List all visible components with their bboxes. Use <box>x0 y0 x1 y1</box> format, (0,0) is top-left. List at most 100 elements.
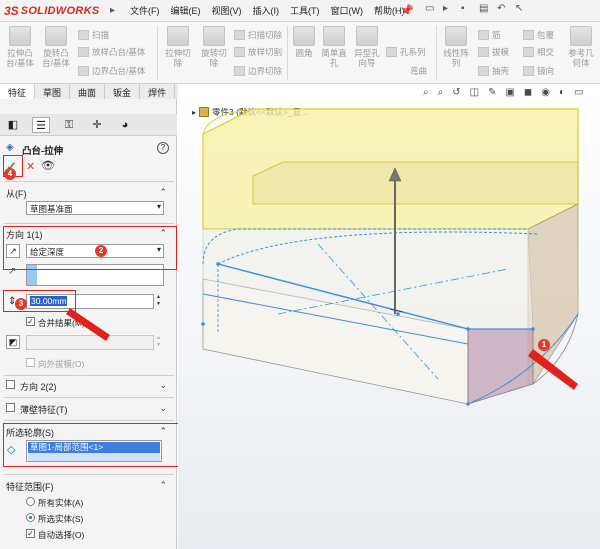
extrude-preview-inner <box>252 161 579 205</box>
shell-icon <box>478 66 489 76</box>
revolve-cut-button[interactable]: 旋转切除 <box>197 26 231 68</box>
configuration-manager-icon[interactable]: ⚿ <box>60 117 78 133</box>
annotation-box-depth <box>3 290 76 312</box>
expand-chevron-icon: ⌄ <box>159 403 167 413</box>
depth-stepper[interactable]: ▲ ▼ <box>155 294 162 309</box>
loft-icon <box>78 47 89 57</box>
pin-icon[interactable]: 📌 <box>400 4 414 17</box>
boundary-cut-button[interactable]: 边界切除 <box>234 65 282 77</box>
property-manager-icon[interactable]: ☰ <box>32 117 50 133</box>
auto-select-checkbox[interactable]: ✓ <box>26 529 35 538</box>
feature-scope-section-header[interactable]: 特征范围(F) ⌃ <box>0 480 177 492</box>
boss-extrude-icon: ◈ <box>6 142 14 153</box>
merge-result-checkbox[interactable]: ✓ <box>26 317 35 326</box>
hole-wizard-button[interactable]: 异型孔 向导 <box>351 26 383 68</box>
save-icon[interactable]: ▪ <box>461 3 473 17</box>
rib-icon <box>478 30 489 40</box>
sweep-icon <box>78 30 89 40</box>
boundary-boss-button[interactable]: 边界凸台/基体 <box>78 65 145 77</box>
draft-outward-checkbox[interactable] <box>26 358 35 367</box>
dimxpert-icon[interactable]: ✛ <box>88 117 106 133</box>
direction2-checkbox[interactable] <box>6 380 15 389</box>
sketch-point <box>201 322 205 326</box>
fillet-button[interactable]: 圆角 <box>291 26 317 58</box>
display-manager-icon[interactable]: ◕ <box>116 117 134 133</box>
draft-toggle-icon[interactable]: ◩ <box>6 335 20 349</box>
collapse-chevron-icon: ⌃ <box>159 480 167 490</box>
wrap-icon <box>523 30 534 40</box>
expand-menu-icon[interactable]: ▸ <box>110 5 115 16</box>
mirror-button[interactable]: 镜向 <box>523 65 554 77</box>
thin-feature-section-header[interactable]: 薄壁特征(T) ⌄ <box>0 403 177 415</box>
reference-geometry-icon <box>570 26 592 46</box>
draft-angle-field[interactable] <box>26 335 154 350</box>
sketch-point <box>531 327 535 331</box>
loft-boss-button[interactable]: 放样凸台/基体 <box>78 46 145 58</box>
extrude-cut-button[interactable]: 拉伸切除 <box>161 26 195 68</box>
feature-manager-icon[interactable]: ◧ <box>4 117 22 133</box>
sweep-cut-icon <box>234 30 245 40</box>
open-icon[interactable]: ▸ <box>443 3 455 17</box>
annotation-badge-1: 1 <box>538 339 550 351</box>
thin-feature-checkbox[interactable] <box>6 403 15 412</box>
print-icon[interactable]: ▤ <box>479 3 491 17</box>
sketch-point <box>396 312 400 316</box>
feature-title: 凸台-拉伸 <box>22 146 64 157</box>
chevron-down-icon: ▾ <box>156 202 161 211</box>
solidworks-logo[interactable]: 3S SOLIDWORKS <box>4 3 99 19</box>
loft-cut-button[interactable]: 放样切割 <box>234 46 282 58</box>
boundary-icon <box>78 66 89 76</box>
linear-pattern-button[interactable]: 线性阵列 <box>440 26 472 68</box>
sketch-point <box>466 402 470 406</box>
quick-access-toolbar: ▭ ▸ ▪ ▤ ↶ ↖ <box>425 3 527 17</box>
new-document-icon[interactable]: ▭ <box>425 3 437 17</box>
feature-title-row: ◈ 凸台-拉伸 ? <box>0 142 177 157</box>
graphics-viewport[interactable]: ⌕ ⌕ ↺ ◫ ✎ ▣ ◼ ◉ ◐ ▭ ▸ 零件3 (默认<<默认>_显... <box>178 84 600 549</box>
from-select[interactable]: 草图基准面 ▾ <box>26 201 164 215</box>
menu-edit[interactable]: 编辑(E) <box>171 4 201 17</box>
draft-stepper[interactable]: ▲ ▼ <box>155 335 162 350</box>
hole-wizard-icon <box>356 26 378 46</box>
hole-series-icon <box>386 47 397 57</box>
draft-button[interactable]: 拔模 <box>478 46 509 58</box>
flex-button[interactable]: 弯曲 <box>410 65 427 77</box>
revolve-cut-icon <box>203 26 225 46</box>
preview-eye-icon[interactable]: 👁 <box>41 159 55 172</box>
revolve-boss-button[interactable]: 旋转凸 台/基体 <box>39 26 73 68</box>
cancel-icon[interactable]: ✕ <box>26 160 35 173</box>
annotation-box-contours <box>3 423 184 467</box>
menu-file[interactable]: 文件(F) <box>130 4 160 17</box>
undo-icon[interactable]: ↶ <box>497 3 509 17</box>
wrap-button[interactable]: 包覆 <box>523 29 554 41</box>
shell-button[interactable]: 抽壳 <box>478 65 509 77</box>
tab-sheet-metal[interactable]: 钣金 <box>105 84 141 99</box>
rib-button[interactable]: 筋 <box>478 29 501 41</box>
all-bodies-radio[interactable] <box>26 497 35 506</box>
tab-weldments[interactable]: 焊件 <box>140 84 176 99</box>
help-icon[interactable]: ? <box>157 142 169 154</box>
sweep-cut-button[interactable]: 扫描切除 <box>234 29 282 41</box>
expand-chevron-icon: ⌄ <box>159 380 167 390</box>
intersect-button[interactable]: 相交 <box>523 46 554 58</box>
hole-series-button[interactable]: 孔系列 <box>386 46 426 58</box>
fillet-icon <box>293 26 315 46</box>
simple-hole-button[interactable]: 简单直孔 <box>318 26 350 68</box>
selected-bodies-radio[interactable] <box>26 513 35 522</box>
loft-cut-icon <box>234 47 245 57</box>
menu-insert[interactable]: 插入(I) <box>253 4 280 17</box>
direction2-section-header[interactable]: 方向 2(2) ⌄ <box>0 380 177 392</box>
tab-features[interactable]: 特征 <box>0 84 36 99</box>
menu-view[interactable]: 视图(V) <box>212 4 242 17</box>
annotation-badge-4: 4 <box>4 168 16 180</box>
reference-geometry-button[interactable]: 参考几 何体 <box>564 26 598 68</box>
extrude-boss-button[interactable]: 拉伸凸 台/基体 <box>3 26 37 68</box>
tab-surfaces[interactable]: 曲面 <box>70 84 106 99</box>
sweep-button[interactable]: 扫描 <box>78 29 109 41</box>
select-icon[interactable]: ↖ <box>515 3 527 17</box>
property-manager-panel: ◧ ☰ ⚿ ✛ ◕ ◈ 凸台-拉伸 ? ✓ ✕ 👁 从(F) ⌃ 草图基准面 ▾ … <box>0 99 177 549</box>
from-section-header[interactable]: 从(F) ⌃ <box>0 187 177 199</box>
menu-tools[interactable]: 工具(T) <box>290 4 320 17</box>
draft-icon <box>478 47 489 57</box>
tab-sketch[interactable]: 草图 <box>35 84 71 99</box>
menu-window[interactable]: 窗口(W) <box>331 4 364 17</box>
